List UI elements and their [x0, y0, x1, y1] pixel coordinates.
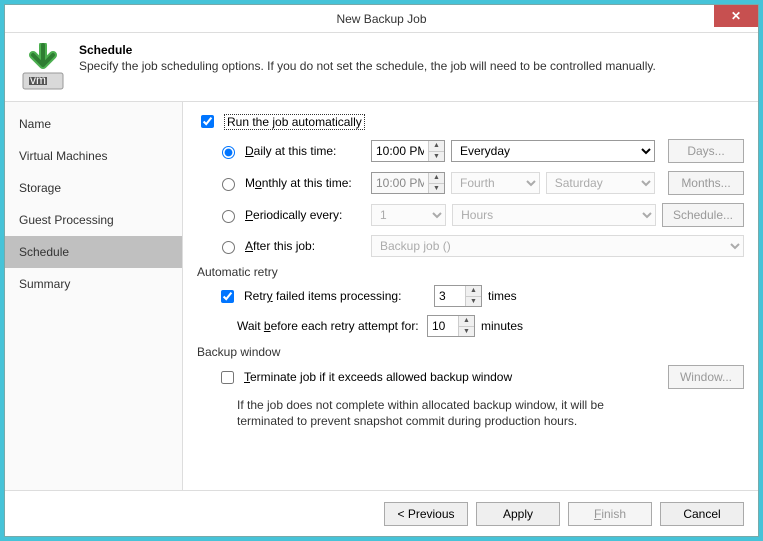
retry-count-input[interactable]	[435, 286, 465, 306]
schedule-icon: vm	[19, 43, 67, 91]
spin-up-icon: ▲	[429, 173, 444, 184]
monthly-label: Monthly at this time:	[245, 176, 365, 190]
spin-down-icon[interactable]: ▼	[429, 152, 444, 162]
period-value-select: 1	[371, 204, 446, 226]
days-button[interactable]: Days...	[668, 139, 744, 163]
finish-button[interactable]: Finish	[568, 502, 652, 526]
schedule-button[interactable]: Schedule...	[662, 203, 744, 227]
terminate-checkbox[interactable]	[221, 371, 234, 384]
daily-radio[interactable]	[222, 146, 235, 159]
sidebar-item-summary[interactable]: Summary	[5, 268, 182, 300]
monthly-time-input	[372, 173, 428, 193]
sidebar-item-name[interactable]: Name	[5, 108, 182, 140]
backup-window-note: If the job does not complete within allo…	[237, 397, 657, 429]
sidebar-item-storage[interactable]: Storage	[5, 172, 182, 204]
spin-up-icon[interactable]: ▲	[466, 286, 481, 297]
spin-down-icon[interactable]: ▼	[466, 297, 481, 307]
cancel-button[interactable]: Cancel	[660, 502, 744, 526]
window: New Backup Job ✕ vm Schedule Specify the…	[4, 4, 759, 537]
after-job-radio[interactable]	[222, 241, 235, 254]
retry-minutes-label: minutes	[481, 319, 523, 333]
svg-text:vm: vm	[30, 73, 46, 87]
daily-time-input[interactable]	[372, 141, 428, 161]
header: vm Schedule Specify the job scheduling o…	[5, 33, 758, 102]
run-automatically-checkbox[interactable]	[201, 115, 214, 128]
monthly-day-select: Saturday	[546, 172, 656, 194]
retry-label: Retry failed items processing:	[244, 289, 428, 303]
previous-button[interactable]: < Previous	[384, 502, 468, 526]
terminate-label: Terminate job if it exceeds allowed back…	[244, 370, 652, 384]
apply-button[interactable]: Apply	[476, 502, 560, 526]
daily-label: Daily at this time:	[245, 144, 365, 158]
sidebar-item-schedule[interactable]: Schedule	[5, 236, 182, 268]
monthly-time-spinner: ▲▼	[371, 172, 445, 194]
close-button[interactable]: ✕	[714, 5, 758, 27]
run-automatically-label: Run the job automatically	[224, 114, 365, 130]
spin-up-icon[interactable]: ▲	[459, 316, 474, 327]
daily-time-spinner[interactable]: ▲▼	[371, 140, 445, 162]
periodically-label: Periodically every:	[245, 208, 365, 222]
titlebar: New Backup Job ✕	[5, 5, 758, 33]
header-description: Specify the job scheduling options. If y…	[79, 59, 744, 73]
retry-times-label: times	[488, 289, 517, 303]
sidebar-item-virtual-machines[interactable]: Virtual Machines	[5, 140, 182, 172]
period-unit-select: Hours	[452, 204, 655, 226]
monthly-radio[interactable]	[222, 178, 235, 191]
automatic-retry-group: Automatic retry	[197, 265, 744, 279]
wizard-sidebar: Name Virtual Machines Storage Guest Proc…	[5, 102, 183, 490]
footer: < Previous Apply Finish Cancel	[5, 490, 758, 536]
window-button[interactable]: Window...	[668, 365, 744, 389]
header-title: Schedule	[79, 43, 744, 57]
window-title: New Backup Job	[336, 12, 426, 26]
after-job-label: After this job:	[245, 239, 365, 253]
retry-count-spinner[interactable]: ▲▼	[434, 285, 482, 307]
spin-down-icon: ▼	[429, 184, 444, 194]
spin-up-icon[interactable]: ▲	[429, 141, 444, 152]
monthly-ordinal-select: Fourth	[451, 172, 540, 194]
sidebar-item-guest-processing[interactable]: Guest Processing	[5, 204, 182, 236]
after-job-select: Backup job ()	[371, 235, 744, 257]
retry-wait-input[interactable]	[428, 316, 458, 336]
periodically-radio[interactable]	[222, 210, 235, 223]
retry-wait-spinner[interactable]: ▲▼	[427, 315, 475, 337]
spin-down-icon[interactable]: ▼	[459, 327, 474, 337]
backup-window-group: Backup window	[197, 345, 744, 359]
months-button[interactable]: Months...	[668, 171, 744, 195]
daily-frequency-select[interactable]: Everyday	[451, 140, 655, 162]
retry-wait-label: Wait before each retry attempt for:	[237, 319, 421, 333]
content-panel: Run the job automatically Daily at this …	[183, 102, 758, 490]
retry-checkbox[interactable]	[221, 290, 234, 303]
